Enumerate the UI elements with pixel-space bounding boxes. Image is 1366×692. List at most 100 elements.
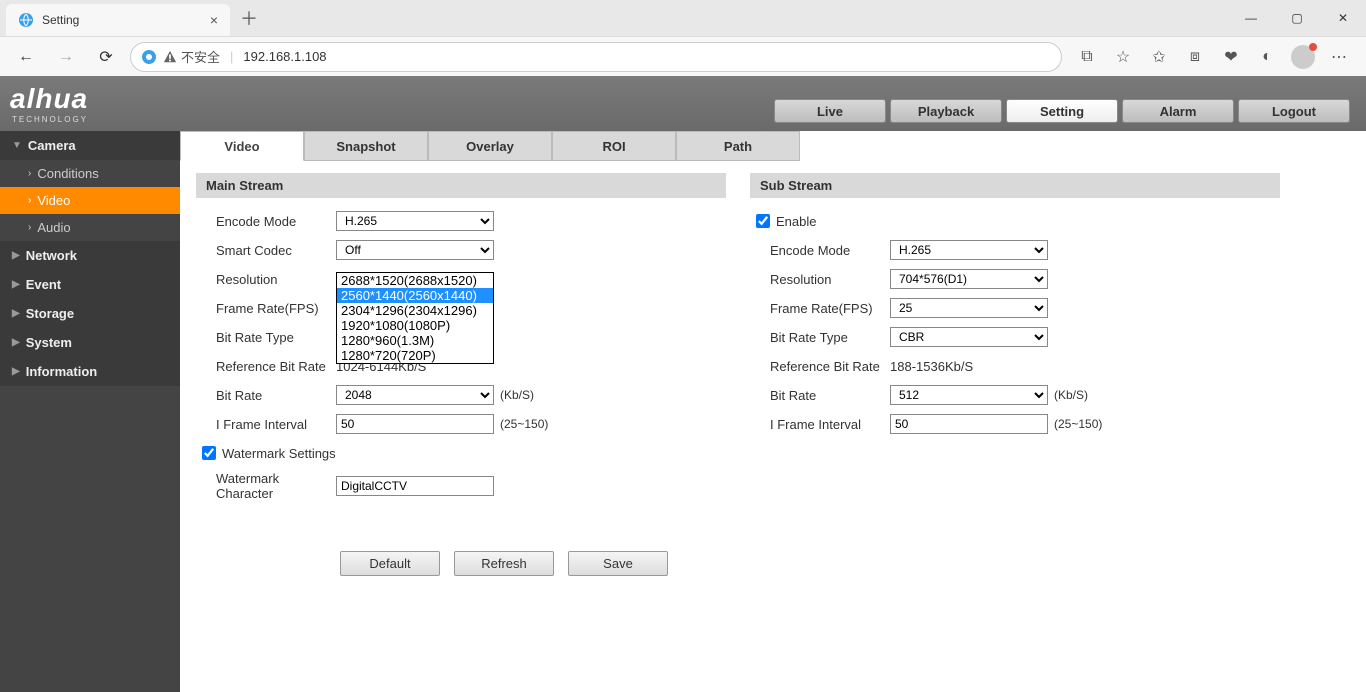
close-tab-icon[interactable]: × [210,12,218,28]
caret-icon: ▶ [12,308,20,319]
browser-tab[interactable]: Setting × [6,4,230,36]
insecure-badge: 不安全 [163,47,220,66]
bit-rate-label: Bit Rate [216,388,336,403]
watermark-char-label: Watermark Character [216,471,336,501]
default-button[interactable]: Default [340,551,440,576]
caret-icon: ▼ [12,140,22,151]
insecure-label: 不安全 [181,47,220,66]
i-frame-label: I Frame Interval [216,417,336,432]
caret-icon: ▶ [12,279,20,290]
chevron-icon: › [28,222,31,233]
caret-icon: ▶ [12,366,20,377]
chevron-icon: › [28,195,31,206]
ref-bit-rate-label: Reference Bit Rate [216,359,336,374]
site-favicon [141,49,157,65]
top-nav-logout[interactable]: Logout [1238,99,1350,123]
bit-rate-unit: (Kb/S) [500,388,534,402]
sidebar-item-audio[interactable]: ›Audio [0,214,180,241]
sub-resolution-label: Resolution [770,272,890,287]
sidebar-section-network[interactable]: ▶Network [0,241,180,270]
address-bar[interactable]: 不安全 | 192.168.1.108 [130,42,1062,72]
watermark-char-input[interactable] [336,476,494,496]
main-smart-codec-select[interactable]: Off [336,240,494,260]
watermark-settings-label: Watermark Settings [222,446,336,461]
main-encode-mode-select[interactable]: H.265 [336,211,494,231]
new-tab-button[interactable]: ＋ [240,5,258,31]
tab-path[interactable]: Path [676,131,800,161]
warning-icon [163,50,177,64]
tab-roi[interactable]: ROI [552,131,676,161]
frame-rate-label: Frame Rate(FPS) [216,301,336,316]
sub-resolution-select[interactable]: 704*576(D1) [890,269,1048,289]
top-nav-setting[interactable]: Setting [1006,99,1118,123]
refresh-button[interactable]: ⟳ [90,41,122,73]
sidebar-section-storage[interactable]: ▶Storage [0,299,180,328]
top-nav-alarm[interactable]: Alarm [1122,99,1234,123]
sidebar-section-camera[interactable]: ▼Camera [0,131,180,160]
sub-ref-bit-rate-label: Reference Bit Rate [770,359,890,374]
resolution-dropdown[interactable]: 2688*1520(2688x1520)2560*1440(2560x1440)… [336,272,494,364]
reader-icon[interactable]: ⧉ [1070,41,1104,73]
sub-bit-rate-select[interactable]: 512 [890,385,1048,405]
tab-overlay[interactable]: Overlay [428,131,552,161]
sub-enable-label: Enable [776,214,816,229]
resolution-option[interactable]: 2304*1296(2304x1296) [337,303,493,318]
sub-frame-rate-label: Frame Rate(FPS) [770,301,890,316]
profile-avatar[interactable] [1286,41,1320,73]
sub-ref-bit-rate-value: 188-1536Kb/S [890,359,973,374]
sub-bit-rate-type-select[interactable]: CBR [890,327,1048,347]
sub-frame-rate-select[interactable]: 25 [890,298,1048,318]
tab-video[interactable]: Video [180,131,304,161]
brand-logo: alhua TECHNOLOGY [10,83,88,124]
refresh-button[interactable]: Refresh [454,551,554,576]
sub-bit-rate-unit: (Kb/S) [1054,388,1088,402]
watermark-checkbox[interactable] [202,446,216,460]
i-frame-range: (25~150) [500,417,548,431]
window-maximize-button[interactable]: ▢ [1274,0,1320,36]
resolution-option[interactable]: 1280*960(1.3M) [337,333,493,348]
favorite-icon[interactable]: ☆ [1106,41,1140,73]
sub-bit-rate-label: Bit Rate [770,388,890,403]
back-button[interactable]: ← [10,41,42,73]
ie-icon [18,12,34,28]
sidebar-item-conditions[interactable]: ›Conditions [0,160,180,187]
window-close-button[interactable]: ✕ [1320,0,1366,36]
app-icon[interactable]: ◐ [1250,41,1284,73]
resolution-option[interactable]: 1920*1080(1080P) [337,318,493,333]
resolution-label: Resolution [216,272,336,287]
sub-bit-rate-type-label: Bit Rate Type [770,330,890,345]
sub-encode-mode-select[interactable]: H.265 [890,240,1048,260]
top-nav-live[interactable]: Live [774,99,886,123]
top-nav-playback[interactable]: Playback [890,99,1002,123]
sidebar-section-information[interactable]: ▶Information [0,357,180,386]
encode-mode-label: Encode Mode [216,214,336,229]
sub-encode-mode-label: Encode Mode [770,243,890,258]
tab-snapshot[interactable]: Snapshot [304,131,428,161]
sidebar-item-video[interactable]: ›Video [0,187,180,214]
main-i-frame-input[interactable] [336,414,494,434]
chevron-icon: › [28,168,31,179]
sidebar-section-system[interactable]: ▶System [0,328,180,357]
resolution-option[interactable]: 2560*1440(2560x1440) [337,288,493,303]
window-minimize-button[interactable]: — [1228,0,1274,36]
tab-title: Setting [42,13,210,27]
resolution-option[interactable]: 2688*1520(2688x1520) [337,273,493,288]
resolution-option[interactable]: 1280*720(720P) [337,348,493,363]
extension-icon[interactable]: ❤ [1214,41,1248,73]
caret-icon: ▶ [12,250,20,261]
sub-enable-checkbox[interactable] [756,214,770,228]
favorites-list-icon[interactable]: ✩ [1142,41,1176,73]
sub-stream-header: Sub Stream [750,173,1280,198]
forward-button[interactable]: → [50,41,82,73]
more-icon[interactable]: ⋯ [1322,41,1356,73]
sidebar-section-event[interactable]: ▶Event [0,270,180,299]
bit-rate-type-label: Bit Rate Type [216,330,336,345]
main-bit-rate-select[interactable]: 2048 [336,385,494,405]
sub-i-frame-label: I Frame Interval [770,417,890,432]
collections-icon[interactable]: ⧈ [1178,41,1212,73]
sub-i-frame-input[interactable] [890,414,1048,434]
smart-codec-label: Smart Codec [216,243,336,258]
main-stream-header: Main Stream [196,173,726,198]
save-button[interactable]: Save [568,551,668,576]
sub-i-frame-range: (25~150) [1054,417,1102,431]
